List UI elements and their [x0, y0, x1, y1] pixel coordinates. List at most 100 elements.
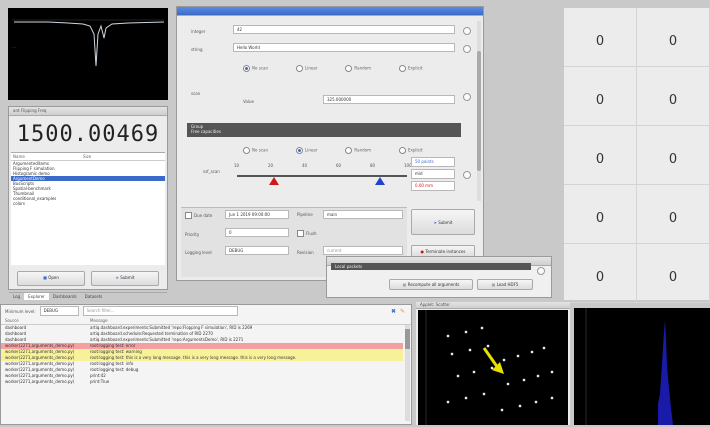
editor-submit-label: Submit — [438, 220, 453, 225]
log-filter-input[interactable]: Search filter... — [82, 306, 238, 316]
value-cell: 0 — [637, 126, 710, 184]
submit-button[interactable]: ➤ Submit — [91, 271, 159, 286]
stop-icon: ● — [420, 249, 425, 254]
value-cell-number: 0 — [595, 93, 605, 108]
log-panel: Minimum level: DEBUG Search filter... ✖ … — [0, 304, 412, 425]
integer-reset-icon[interactable] — [463, 27, 471, 35]
value-cell: 0 — [637, 67, 710, 125]
histogram-plot — [574, 308, 710, 425]
range-mid-field[interactable]: mid — [411, 169, 455, 179]
log-scrollbar[interactable] — [405, 325, 410, 421]
logging-level-select[interactable]: DEBUG — [225, 246, 289, 255]
recompute-button[interactable]: ▦ Recompute all arguments — [389, 279, 473, 290]
string-reset-icon[interactable] — [463, 45, 471, 53]
open-button[interactable]: ■ Open — [17, 271, 85, 286]
level-select[interactable]: DEBUG — [39, 306, 79, 316]
radio-no-scan[interactable]: No scan — [243, 65, 268, 72]
revision-field[interactable]: current — [323, 246, 403, 255]
recompute-icon: ▦ — [402, 282, 407, 287]
experiment-list-item[interactable]: colors — [11, 201, 165, 206]
scatter-point — [456, 374, 460, 378]
log-row[interactable]: worker(2271,arguments_demo.py) print:True — [1, 379, 403, 385]
value-grid-row: 00 — [564, 67, 710, 126]
scan-value-field[interactable]: 325.000000 — [323, 95, 455, 104]
value-cell: 0 — [564, 185, 637, 243]
radio-random[interactable]: Random — [345, 65, 371, 72]
radio-random-2[interactable]: Random — [345, 147, 371, 154]
slider-min-handle[interactable] — [269, 177, 280, 185]
scatter-point — [446, 334, 450, 338]
integer-field[interactable]: 42 — [233, 25, 455, 34]
editor-scrollbar-thumb[interactable] — [477, 51, 481, 171]
radio-explicit-2[interactable]: Explicit — [398, 147, 423, 154]
scatter-point — [530, 350, 534, 354]
open-label: Open — [48, 275, 59, 280]
due-date-field[interactable]: Jun 1 2019 09:00:00 — [225, 210, 289, 219]
string-field[interactable]: Hello World — [233, 43, 455, 52]
pipeline-label: Pipeline — [297, 212, 313, 217]
scatter-point — [464, 396, 468, 400]
dataset-window: Local packets ▦ Recompute all arguments … — [326, 256, 552, 298]
priority-field[interactable]: 0 — [225, 228, 289, 237]
slider-max-handle[interactable] — [374, 177, 385, 185]
editor-scrollbar[interactable] — [477, 21, 481, 201]
log-message: print:True — [90, 379, 110, 384]
value-cell-number: 0 — [595, 211, 605, 226]
scatter-point — [446, 400, 450, 404]
flush-checkbox[interactable]: Flush — [297, 230, 317, 237]
range-reset-icon[interactable] — [463, 171, 471, 179]
scatter-point — [480, 326, 484, 330]
group-header[interactable]: Group Free capacities — [187, 123, 461, 137]
tab-explorer[interactable]: Explorer — [24, 293, 49, 300]
logging-level-label: Logging level — [185, 250, 212, 255]
editor-submit-button[interactable]: ➤ Submit — [411, 209, 475, 235]
editor-title — [177, 7, 483, 16]
value-cell: 0 — [637, 8, 710, 66]
value-cell: 0 — [637, 185, 710, 243]
slider-tick-label: 20 — [268, 163, 274, 168]
pin-icon[interactable]: ✎ — [400, 308, 405, 315]
dataset-tree-item[interactable]: Local packets — [331, 263, 531, 270]
value-grid-panel: 0000000000 — [564, 8, 710, 303]
log-header: Source Message — [1, 317, 411, 325]
value-cell-number: 0 — [668, 270, 678, 285]
value-cell: 0 — [564, 67, 637, 125]
range-label: ssf_scan — [203, 169, 220, 174]
scan-mode-radios: No scan Linear Random Explicit — [243, 65, 423, 72]
value-grid-row: 00 — [564, 8, 710, 67]
histogram-canvas — [585, 308, 673, 425]
slider-tick-label: 60 — [336, 163, 342, 168]
pipeline-field[interactable]: main — [323, 210, 403, 219]
dataset-reset-icon[interactable] — [537, 267, 545, 275]
value-cell-number: 0 — [668, 93, 678, 108]
col-source: Source — [5, 318, 19, 323]
revision-label: Revision — [297, 250, 314, 255]
value-cell-number: 0 — [668, 34, 678, 49]
range-span-field[interactable]: 0.00 mm — [411, 181, 455, 191]
radio-explicit[interactable]: Explicit — [398, 65, 423, 72]
scan-reset-icon[interactable] — [463, 93, 471, 101]
load-hdf5-button[interactable]: ▦ Load HDF5 — [477, 279, 533, 290]
radio-linear-2[interactable]: Linear — [295, 147, 317, 154]
due-date-checkbox[interactable]: Due date — [185, 212, 212, 219]
range-slider[interactable]: 10 20 40 60 80 100 — [234, 163, 412, 193]
col-message: Message — [90, 318, 108, 323]
scan-value-label: Value — [243, 99, 254, 104]
col-size: Size — [83, 154, 92, 159]
radio-linear[interactable]: Linear — [295, 65, 317, 72]
svg-text:…: … — [12, 44, 16, 49]
log-scrollbar-thumb[interactable] — [405, 329, 410, 349]
tab-dashboards[interactable]: Dashboards — [49, 293, 81, 300]
value-cell-number: 0 — [595, 34, 605, 49]
clear-icon[interactable]: ✖ — [391, 308, 396, 315]
range-points-field[interactable]: 50 points — [411, 157, 455, 167]
scatter-title: Applet: Scatter — [416, 302, 570, 309]
tab-log[interactable]: Log — [9, 293, 24, 300]
dock-tabs: Log Explorer Dashboards Datasets — [9, 292, 167, 300]
tab-datasets[interactable]: Datasets — [81, 293, 107, 300]
scatter-point — [472, 370, 476, 374]
radio-no-scan-2[interactable]: No scan — [243, 147, 268, 154]
open-icon: ■ — [43, 275, 47, 280]
scatter-point — [534, 400, 538, 404]
integer-label: integer — [191, 29, 206, 34]
